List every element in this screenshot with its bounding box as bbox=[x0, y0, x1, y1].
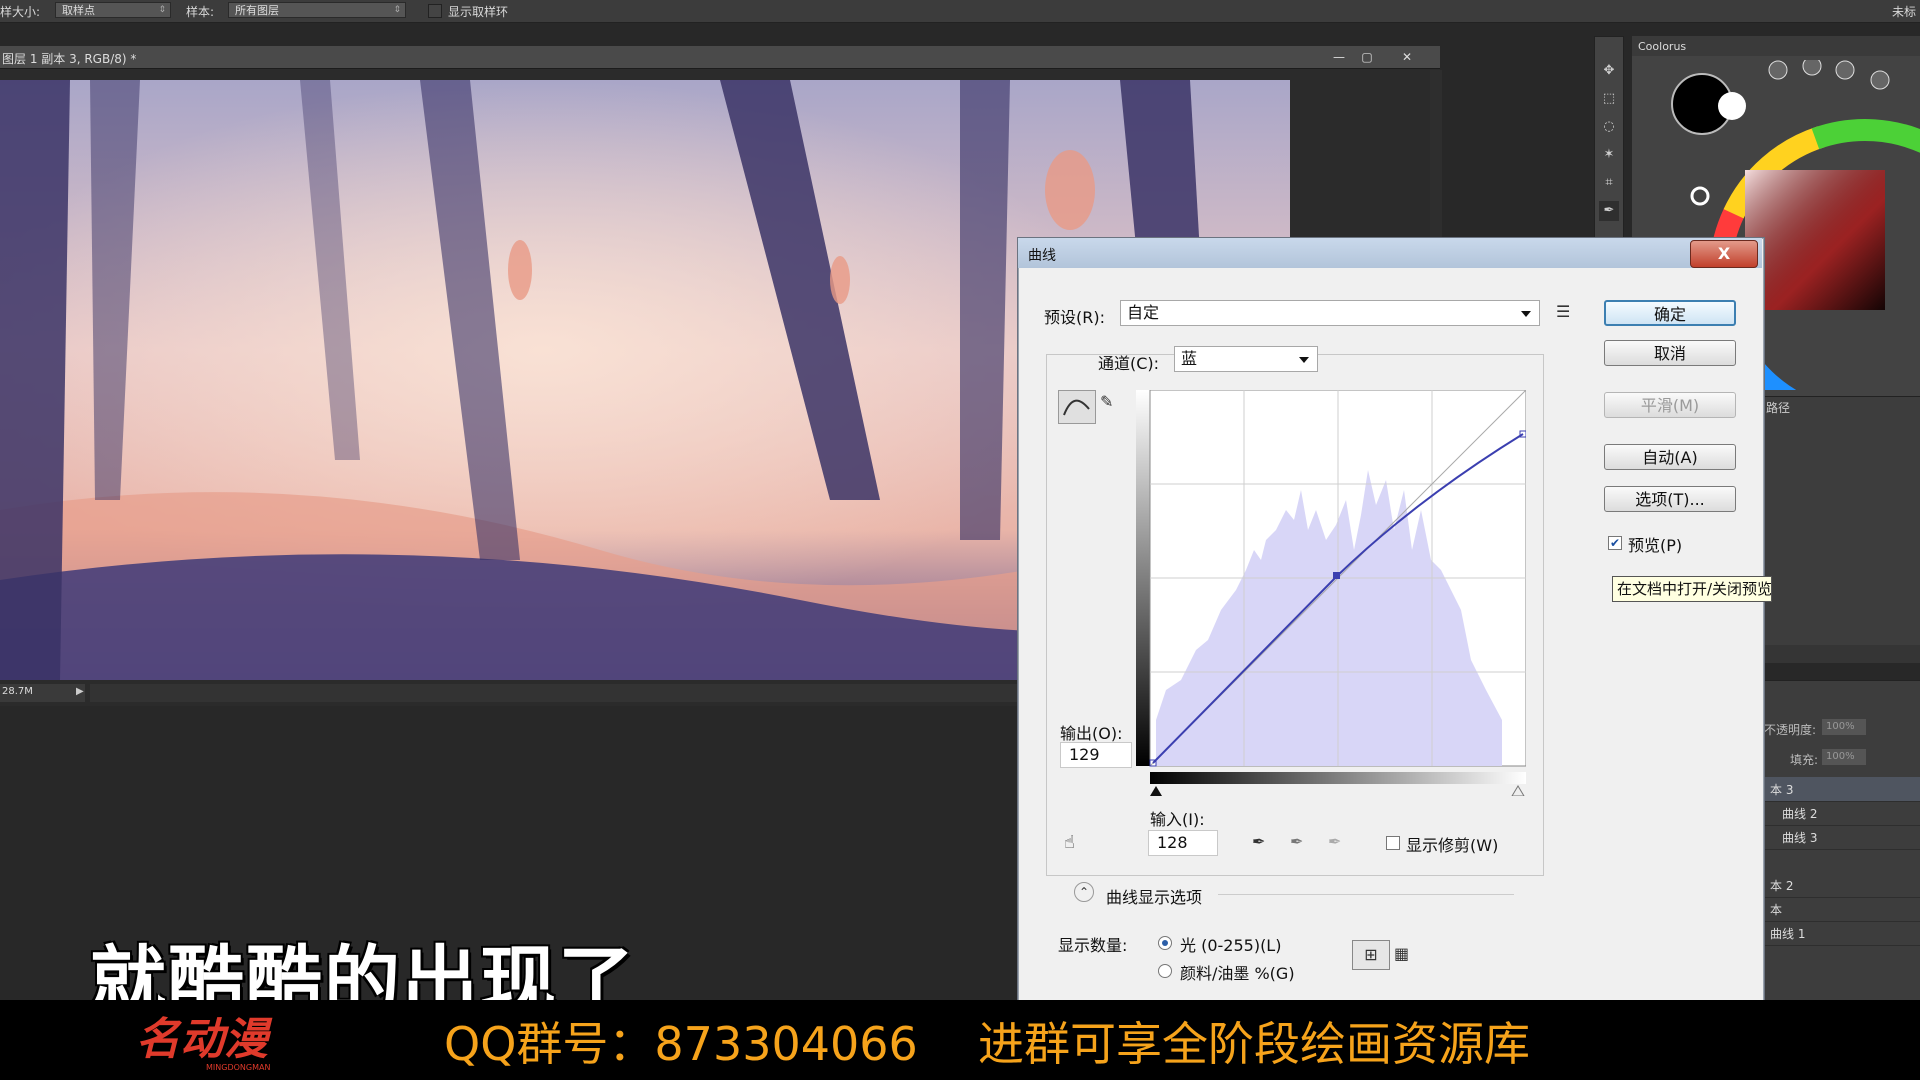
fill-label: 填充: bbox=[1790, 753, 1819, 767]
pencil-mode-icon[interactable]: ✎ bbox=[1100, 392, 1113, 411]
output-field[interactable]: 129 bbox=[1060, 742, 1132, 768]
sample-label: 样本: bbox=[186, 5, 215, 19]
crop-tool-icon[interactable]: ⌗ bbox=[1599, 173, 1619, 193]
output-label: 输出(O): bbox=[1060, 724, 1123, 743]
close-doc-button[interactable]: ✕ bbox=[1396, 49, 1418, 65]
curves-dialog-title: 曲线 bbox=[1028, 248, 1056, 264]
coolorus-tab[interactable]: Coolorus bbox=[1632, 36, 1920, 56]
promo-text: 进群可享全阶段绘画资源库 bbox=[978, 1017, 1530, 1071]
show-clipping-checkbox[interactable] bbox=[1386, 836, 1400, 850]
maximize-button[interactable]: ▢ bbox=[1356, 49, 1378, 65]
sample-select[interactable]: 所有图层 bbox=[228, 2, 406, 18]
opacity-field[interactable]: 100% bbox=[1822, 719, 1866, 735]
marquee-tool-icon[interactable]: ⬚ bbox=[1599, 89, 1619, 109]
document-title: 图层 1 副本 3, RGB/8) * bbox=[2, 52, 137, 66]
light-radio[interactable] bbox=[1158, 936, 1172, 950]
grid-simple-icon[interactable]: ⊞ bbox=[1352, 940, 1390, 970]
show-clipping-label: 显示修剪(W) bbox=[1406, 836, 1499, 855]
sample-size-select[interactable]: 取样点 bbox=[55, 2, 171, 18]
black-eyedropper-icon[interactable]: ✒ bbox=[1252, 832, 1265, 851]
magic-wand-icon[interactable]: ✶ bbox=[1599, 145, 1619, 165]
horizontal-scrollbar[interactable]: ▶ bbox=[76, 684, 1020, 702]
right-label: 未标 bbox=[1892, 5, 1917, 19]
options-button[interactable]: 选项(T)... bbox=[1604, 486, 1736, 512]
preset-label: 预设(R): bbox=[1044, 308, 1105, 327]
hand-adjust-icon[interactable]: ☝ bbox=[1064, 832, 1075, 853]
document-title-bar[interactable]: 图层 1 副本 3, RGB/8) * — ▢ ✕ bbox=[0, 46, 1440, 69]
eyedropper-tool-icon[interactable]: ✒ bbox=[1599, 201, 1619, 221]
coolorus-tab-label: Coolorus bbox=[1638, 40, 1687, 53]
collapse-icon[interactable]: ⌃ bbox=[1074, 882, 1094, 902]
separator bbox=[1218, 894, 1514, 895]
layer-label: 本 2 bbox=[1770, 879, 1794, 893]
preview-checkbox[interactable]: ✔ bbox=[1608, 536, 1622, 550]
preview-label: 预览(P) bbox=[1628, 536, 1683, 555]
document-status: 28.7M bbox=[0, 684, 85, 702]
show-ring-checkbox[interactable] bbox=[428, 4, 442, 18]
move-tool-icon[interactable]: ✥ bbox=[1599, 61, 1619, 81]
hue-picker bbox=[1690, 186, 1710, 206]
show-ring-label: 显示取样环 bbox=[448, 5, 509, 19]
lasso-tool-icon[interactable]: ◌ bbox=[1599, 117, 1619, 137]
channel-label: 通道(C): bbox=[1098, 354, 1160, 373]
mingdongman-logo: 名动漫 MINGDONGMAN bbox=[136, 1014, 273, 1072]
gray-eyedropper-icon[interactable]: ✒ bbox=[1290, 832, 1303, 851]
light-radio-label: 光 (0-255)(L) bbox=[1180, 936, 1282, 955]
curve-graph[interactable] bbox=[1136, 390, 1526, 796]
input-label: 输入(I): bbox=[1150, 810, 1205, 829]
curve-point-mode-button[interactable] bbox=[1058, 390, 1096, 424]
dialog-close-button[interactable]: X bbox=[1690, 240, 1758, 268]
grid-detailed-icon[interactable]: ▦ bbox=[1394, 940, 1409, 968]
fill-field[interactable]: 100% bbox=[1822, 749, 1866, 765]
ok-button[interactable]: 确定 bbox=[1604, 300, 1736, 326]
paths-panel: 路径 bbox=[1760, 396, 1920, 663]
preset-options-icon[interactable]: ☰ bbox=[1556, 302, 1570, 321]
layer-row[interactable]: 曲线 1 bbox=[1760, 921, 1920, 946]
curve-mode-icon bbox=[1063, 399, 1090, 416]
paths-tab-label[interactable]: 路径 bbox=[1766, 399, 1790, 416]
channel-select[interactable]: 蓝 bbox=[1174, 346, 1318, 372]
opacity-label: 不透明度: bbox=[1764, 723, 1817, 737]
pigment-radio-label: 颜料/油墨 %(G) bbox=[1180, 964, 1295, 983]
white-eyedropper-icon[interactable]: ✒ bbox=[1328, 832, 1341, 851]
layer-row[interactable]: 曲线 3 bbox=[1760, 825, 1920, 850]
layer-label: 曲线 3 bbox=[1782, 831, 1818, 845]
curves-dialog-titlebar[interactable]: 曲线 bbox=[1018, 238, 1762, 268]
preset-select[interactable]: 自定 bbox=[1120, 300, 1540, 326]
pigment-radio[interactable] bbox=[1158, 964, 1172, 978]
layer-row[interactable]: 本 2 bbox=[1760, 873, 1920, 898]
layer-row[interactable]: 曲线 2 bbox=[1760, 801, 1920, 826]
auto-button[interactable]: 自动(A) bbox=[1604, 444, 1736, 470]
input-field[interactable]: 128 bbox=[1148, 830, 1218, 856]
cancel-button[interactable]: 取消 bbox=[1604, 340, 1736, 366]
display-options-label: 曲线显示选项 bbox=[1106, 888, 1203, 907]
sample-size-label: 样大小: bbox=[0, 5, 41, 19]
play-icon[interactable]: ▶ bbox=[76, 686, 84, 697]
layer-label: 本 bbox=[1770, 903, 1783, 917]
preview-tooltip: 在文档中打开/关闭预览 bbox=[1612, 576, 1772, 602]
svg-text:MINGDONGMAN: MINGDONGMAN bbox=[206, 1063, 270, 1072]
qq-group-text: QQ群号：873304066 bbox=[444, 1017, 918, 1071]
layer-label: 曲线 2 bbox=[1782, 807, 1818, 821]
layers-panel: 不透明度: 100% 填充: 100% 本 3 曲线 2 曲线 3 本 2 本 … bbox=[1760, 680, 1920, 1001]
layer-row[interactable]: 本 bbox=[1760, 897, 1920, 922]
layer-row[interactable]: 本 3 bbox=[1760, 777, 1920, 802]
doc-size: 28.7M bbox=[2, 686, 33, 697]
background-color-swatch bbox=[1718, 92, 1746, 120]
layer-label: 曲线 1 bbox=[1770, 927, 1806, 941]
options-bar: 样大小: 取样点 样本: 所有图层 显示取样环 未标 bbox=[0, 0, 1920, 23]
paths-footer bbox=[1760, 645, 1920, 663]
minimize-button[interactable]: — bbox=[1328, 49, 1350, 65]
show-amount-label: 显示数量: bbox=[1058, 936, 1128, 955]
svg-text:名动漫: 名动漫 bbox=[136, 1014, 273, 1065]
layer-label: 本 3 bbox=[1770, 783, 1794, 797]
tool-strip: ✥ ⬚ ◌ ✶ ⌗ ✒ bbox=[1594, 36, 1624, 254]
smooth-button[interactable]: 平滑(M) bbox=[1604, 392, 1736, 418]
